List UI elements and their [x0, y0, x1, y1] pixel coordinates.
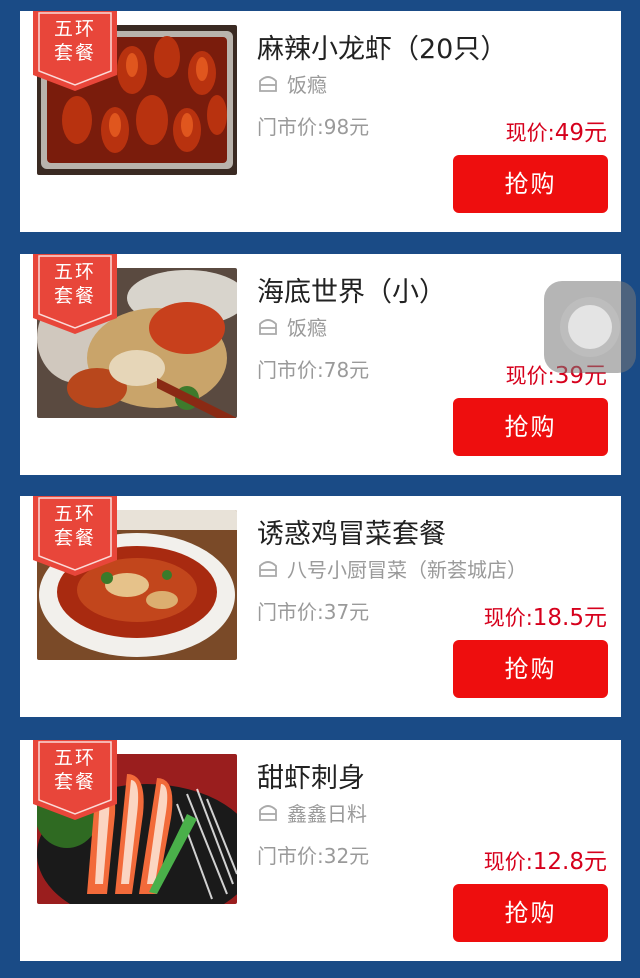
current-price: 现价:18.5元 — [484, 598, 607, 632]
buy-button[interactable]: 抢购 — [453, 640, 608, 698]
deal-list-page: 五环 套餐 麻辣小龙虾（20只） 饭瘾 门市价:98元 现价:49元 抢购 五环… — [0, 0, 640, 978]
original-price: 门市价:32元 — [257, 844, 370, 868]
buy-button[interactable]: 抢购 — [453, 155, 608, 213]
shop-name: 饭瘾 — [257, 312, 327, 340]
five-ring-set-ribbon: 五环 套餐 — [33, 254, 117, 334]
current-price-value: 49元 — [554, 120, 607, 146]
ribbon-line-2: 套餐 — [53, 771, 96, 793]
original-price: 门市价:78元 — [257, 358, 370, 382]
five-ring-set-ribbon: 五环 套餐 — [33, 11, 117, 91]
deal-title[interactable]: 诱惑鸡冒菜套餐 — [257, 512, 446, 551]
deal-card[interactable]: 五环 套餐 甜虾刺身 鑫鑫日料 门市价:32元 现价:12.8元 抢购 — [20, 740, 621, 961]
five-ring-set-ribbon: 五环 套餐 — [33, 496, 117, 576]
ribbon-line-1: 五环 — [53, 261, 96, 283]
deal-title[interactable]: 海底世界（小） — [257, 270, 446, 309]
current-price-label: 现价: — [505, 364, 555, 388]
shop-label: 八号小厨冒菜（新荟城店） — [287, 557, 527, 582]
original-price: 门市价:98元 — [257, 115, 370, 139]
shop-label: 饭瘾 — [287, 315, 327, 340]
deal-card[interactable]: 五环 套餐 诱惑鸡冒菜套餐 八号小厨冒菜（新荟城店） 门市价:37元 现价:18… — [20, 496, 621, 717]
current-price: 现价:49元 — [506, 113, 607, 147]
shop-name: 鑫鑫日料 — [257, 798, 367, 826]
current-price-value: 12.8元 — [532, 849, 607, 875]
ribbon-line-2: 套餐 — [53, 527, 96, 549]
shop-icon — [257, 315, 279, 337]
ribbon-line-2: 套餐 — [53, 42, 96, 64]
ribbon-line-1: 五环 — [53, 747, 96, 769]
current-price-value: 18.5元 — [532, 605, 607, 631]
assistive-touch-icon[interactable] — [544, 281, 636, 373]
ribbon-line-1: 五环 — [53, 503, 96, 525]
shop-label: 饭瘾 — [287, 72, 327, 97]
current-price-label: 现价: — [505, 121, 555, 145]
deal-title[interactable]: 麻辣小龙虾（20只） — [257, 27, 507, 66]
ribbon-line-1: 五环 — [53, 18, 96, 40]
current-price-label: 现价: — [483, 606, 533, 630]
ribbon-line-2: 套餐 — [53, 285, 96, 307]
buy-button[interactable]: 抢购 — [453, 884, 608, 942]
current-price-label: 现价: — [483, 850, 533, 874]
shop-icon — [257, 557, 279, 579]
five-ring-set-ribbon: 五环 套餐 — [33, 740, 117, 820]
current-price: 现价:12.8元 — [484, 842, 607, 876]
shop-name: 饭瘾 — [257, 69, 327, 97]
original-price: 门市价:37元 — [257, 600, 370, 624]
deal-card[interactable]: 五环 套餐 麻辣小龙虾（20只） 饭瘾 门市价:98元 现价:49元 抢购 — [20, 11, 621, 232]
deal-card[interactable]: 五环 套餐 海底世界（小） 饭瘾 门市价:78元 现价:39元 抢购 — [20, 254, 621, 475]
deal-title[interactable]: 甜虾刺身 — [257, 756, 365, 795]
shop-label: 鑫鑫日料 — [287, 801, 367, 826]
shop-name: 八号小厨冒菜（新荟城店） — [257, 554, 527, 582]
buy-button[interactable]: 抢购 — [453, 398, 608, 456]
shop-icon — [257, 801, 279, 823]
shop-icon — [257, 72, 279, 94]
assistive-touch-ring-inner — [568, 305, 612, 349]
